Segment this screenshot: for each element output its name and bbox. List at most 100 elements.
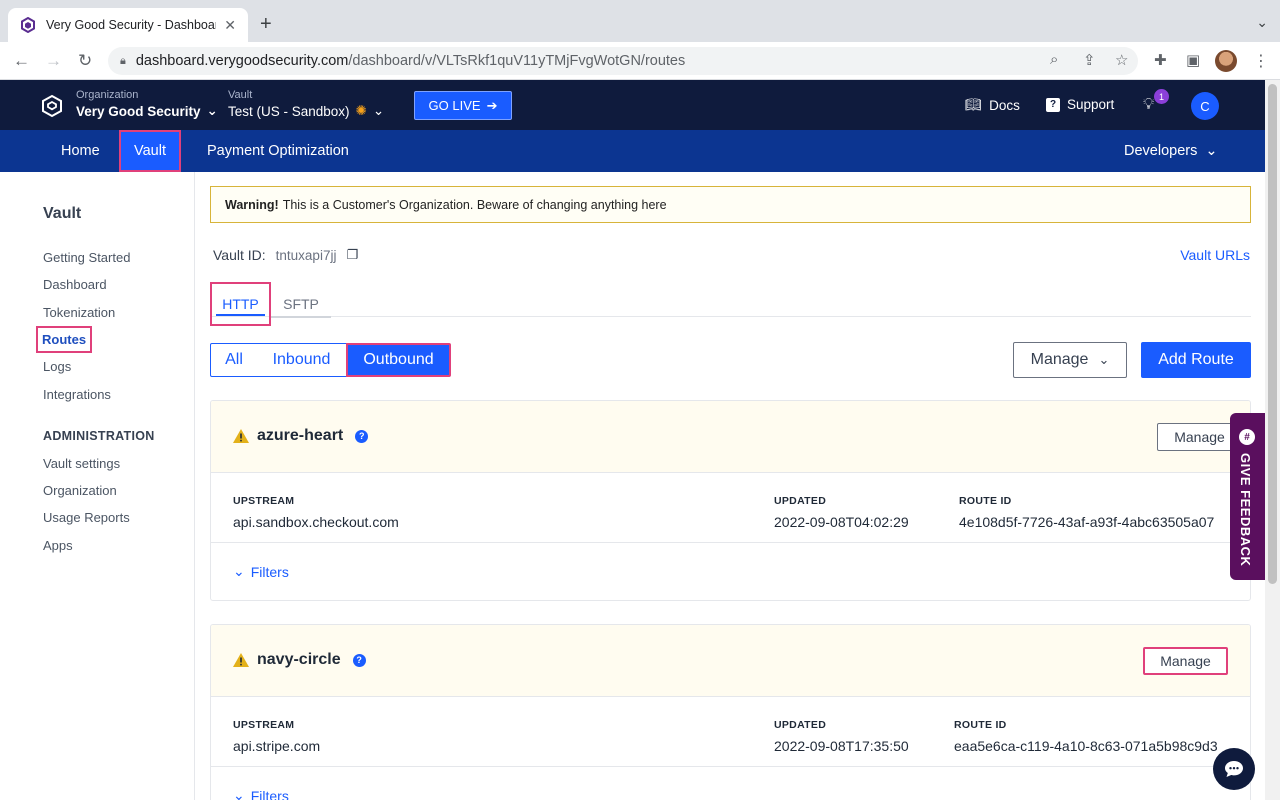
user-avatar[interactable]: C	[1191, 92, 1219, 120]
filters-label: Filters	[250, 563, 289, 580]
vault-name: Test (US - Sandbox)	[228, 103, 350, 119]
bookmark-star-icon[interactable]: ☆	[1115, 51, 1128, 69]
organization-label: Organization	[76, 89, 139, 101]
back-icon[interactable]: ←	[13, 51, 30, 71]
sandbox-sparkle-icon: ✺	[355, 103, 367, 118]
support-link[interactable]: ? Support	[1046, 97, 1114, 112]
main-nav: Home Vault Payment Optimization Develope…	[0, 130, 1265, 172]
route-id-value: eaa5e6ca-c119-4a10-8c63-071a5b98c9d3	[954, 738, 1218, 754]
add-route-button[interactable]: Add Route	[1141, 342, 1251, 378]
browser-toolbar: ← → ↻ 🔒︎ dashboard.verygoodsecurity.com/…	[0, 42, 1280, 80]
route-manage-button[interactable]: Manage	[1143, 647, 1228, 675]
arrow-right-icon: ➔	[486, 97, 498, 113]
sidebar-item-usage-reports[interactable]: Usage Reports	[43, 510, 130, 525]
give-feedback-tab[interactable]: # GIVE FEEDBACK	[1230, 413, 1265, 580]
organization-switcher[interactable]: Organization Very Good Security ⌄	[76, 89, 218, 119]
feedback-icon: #	[1239, 429, 1255, 445]
warning-bold: Warning!	[225, 197, 279, 212]
give-feedback-label: GIVE FEEDBACK	[1238, 453, 1253, 567]
chevron-down-icon: ⌄	[372, 103, 385, 118]
help-icon[interactable]: ?	[352, 653, 366, 667]
nav-payment-optimization[interactable]: Payment Optimization	[207, 130, 349, 172]
route-id-label: ROUTE ID	[959, 495, 1012, 507]
browser-tab[interactable]: Very Good Security - Dashboard ✕	[8, 8, 248, 42]
sidebar-item-getting-started[interactable]: Getting Started	[43, 250, 130, 265]
forward-icon[interactable]: →	[45, 51, 62, 71]
filter-all-button[interactable]: All	[210, 343, 258, 377]
browser-tab-title: Very Good Security - Dashboard	[46, 18, 217, 32]
route-card: azure-heart ? Manage UPSTREAM api.sandbo…	[210, 400, 1251, 601]
route-name: navy-circle	[257, 651, 341, 668]
lock-icon: 🔒︎	[120, 54, 126, 67]
lightbulb-icon[interactable]: 💡︎	[1143, 96, 1154, 114]
nav-home[interactable]: Home	[61, 130, 100, 172]
warning-triangle-icon	[233, 429, 249, 443]
tabs-divider	[210, 316, 1251, 317]
url-domain: dashboard.verygoodsecurity.com	[135, 53, 349, 69]
chevron-down-icon: ⌄	[206, 103, 218, 118]
filter-inbound-button[interactable]: Inbound	[257, 343, 347, 377]
filter-outbound-button[interactable]: Outbound	[346, 343, 451, 377]
sidebar-item-routes[interactable]: Routes	[36, 326, 93, 353]
vgs-logo-icon	[42, 94, 62, 118]
side-panel-icon[interactable]: ▣	[1186, 51, 1200, 69]
sidebar: Vault Getting Started Dashboard Tokeniza…	[0, 172, 195, 800]
vault-label: Vault	[228, 89, 253, 101]
sidebar-item-vault-settings[interactable]: Vault settings	[43, 456, 120, 471]
extensions-puzzle-icon[interactable]: ✚	[1154, 51, 1167, 69]
vgs-favicon-icon	[21, 17, 35, 33]
tab-close-icon[interactable]: ✕	[224, 17, 236, 34]
filters-toggle[interactable]: ⌄ Filters	[233, 787, 289, 800]
docs-link[interactable]: 📖︎ Docs	[965, 97, 1020, 113]
sidebar-item-logs[interactable]: Logs	[43, 359, 71, 374]
chat-launcher-button[interactable]	[1213, 748, 1255, 790]
vault-id-row: Vault ID: tntuxapi7jj ❐	[213, 247, 358, 263]
sidebar-item-tokenization[interactable]: Tokenization	[43, 305, 115, 320]
upstream-label: UPSTREAM	[233, 495, 295, 507]
warning-banner: Warning! This is a Customer's Organizati…	[210, 186, 1251, 223]
manage-dropdown[interactable]: Manage ⌄	[1013, 342, 1127, 378]
chevron-down-icon: ⌄	[233, 563, 245, 579]
chevron-down-icon: ⌄	[1098, 352, 1110, 367]
tab-search-chevron-icon[interactable]: ⌄	[1256, 14, 1268, 31]
copy-icon[interactable]: ❐	[346, 247, 358, 263]
filters-label: Filters	[250, 787, 289, 800]
sidebar-item-apps[interactable]: Apps	[43, 538, 73, 553]
nav-developers[interactable]: Developers ⌄	[1124, 130, 1218, 172]
url-path: /dashboard/v/VLTsRkf1quV11yTMjFvgWotGN/r…	[348, 53, 686, 69]
share-icon[interactable]: ⇪	[1083, 51, 1096, 69]
filters-toggle[interactable]: ⌄ Filters	[233, 563, 289, 580]
browser-menu-icon[interactable]: ⋮	[1253, 51, 1269, 71]
sidebar-item-dashboard[interactable]: Dashboard	[43, 277, 107, 292]
chevron-down-icon: ⌄	[1205, 143, 1218, 159]
go-live-button[interactable]: GO LIVE ➔	[414, 91, 512, 120]
docs-label: Docs	[989, 97, 1020, 113]
nav-vault[interactable]: Vault	[119, 130, 181, 172]
vault-switcher[interactable]: Vault Test (US - Sandbox) ✺ ⌄	[228, 89, 384, 119]
vault-urls-link[interactable]: Vault URLs	[1180, 247, 1250, 263]
sidebar-title: Vault	[43, 205, 82, 222]
route-id-label: ROUTE ID	[954, 719, 1007, 731]
organization-name: Very Good Security	[76, 103, 201, 119]
zoom-icon[interactable]: ⌕	[1050, 51, 1058, 68]
book-icon: 📖︎	[965, 97, 983, 112]
notification-badge: 1	[1154, 89, 1169, 104]
tab-http[interactable]: HTTP	[210, 282, 271, 326]
scrollbar-thumb[interactable]	[1268, 84, 1277, 584]
sidebar-item-integrations[interactable]: Integrations	[43, 387, 111, 402]
tab-sftp[interactable]: SFTP	[271, 282, 331, 326]
warning-triangle-icon	[233, 653, 249, 667]
new-tab-icon[interactable]: +	[260, 14, 272, 34]
address-bar[interactable]: 🔒︎ dashboard.verygoodsecurity.com/dashbo…	[108, 47, 1138, 75]
updated-value: 2022-09-08T17:35:50	[774, 738, 909, 754]
browser-tab-bar: Very Good Security - Dashboard ✕ + ⌄	[0, 0, 1280, 42]
route-name: azure-heart	[257, 427, 344, 444]
warning-text: This is a Customer's Organization. Bewar…	[282, 197, 667, 212]
reload-icon[interactable]: ↻	[78, 51, 92, 71]
manage-dropdown-label: Manage	[1030, 351, 1089, 368]
help-icon[interactable]: ?	[355, 429, 369, 443]
browser-profile-avatar[interactable]	[1215, 50, 1237, 72]
sidebar-item-organization[interactable]: Organization	[43, 483, 117, 498]
vault-id-label: Vault ID:	[213, 247, 266, 263]
question-square-icon: ?	[1046, 97, 1060, 112]
